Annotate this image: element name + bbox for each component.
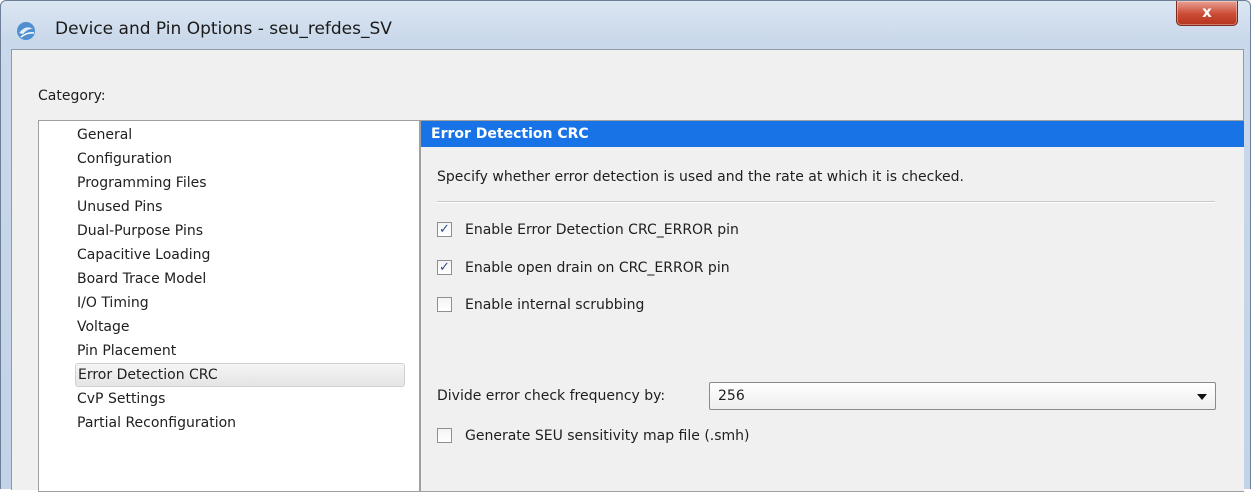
category-item-programming-files[interactable]: Programming Files [77, 171, 207, 195]
enable-crc-error-pin-checkbox[interactable]: ✓ [437, 222, 452, 237]
category-tree[interactable]: General Configuration Programming Files … [38, 120, 420, 492]
generate-seu-map-checkbox[interactable] [437, 428, 452, 443]
window-title: Device and Pin Options - seu_refdes_SV [55, 19, 392, 39]
frequency-divider-dropdown[interactable]: 256 [709, 382, 1216, 410]
category-item-dual-purpose-pins[interactable]: Dual-Purpose Pins [77, 219, 203, 243]
enable-open-drain-checkbox[interactable]: ✓ [437, 260, 452, 275]
category-item-io-timing[interactable]: I/O Timing [77, 291, 149, 315]
panel-description: Specify whether error detection is used … [437, 169, 964, 185]
settings-panel: Error Detection CRC Specify whether erro… [420, 120, 1244, 492]
chevron-down-icon [1197, 394, 1207, 400]
generate-seu-map-label[interactable]: Generate SEU sensitivity map file (.smh) [465, 426, 750, 446]
category-item-error-detection-crc[interactable]: Error Detection CRC [75, 363, 405, 387]
dialog-window: Device and Pin Options - seu_refdes_SV x… [0, 0, 1251, 492]
category-item-capacitive-loading[interactable]: Capacitive Loading [77, 243, 210, 267]
quartus-app-icon [17, 22, 35, 40]
category-item-voltage[interactable]: Voltage [77, 315, 130, 339]
enable-open-drain-label[interactable]: Enable open drain on CRC_ERROR pin [465, 258, 730, 278]
category-item-configuration[interactable]: Configuration [77, 147, 172, 171]
close-button[interactable]: x [1176, 1, 1238, 26]
checkmark-icon: ✓ [439, 222, 450, 237]
enable-internal-scrubbing-checkbox[interactable] [437, 297, 452, 312]
title-bar[interactable]: Device and Pin Options - seu_refdes_SV x [1, 1, 1250, 49]
enable-internal-scrubbing-label[interactable]: Enable internal scrubbing [465, 295, 644, 315]
close-icon: x [1202, 3, 1212, 21]
category-label: Category: [38, 88, 106, 104]
enable-crc-error-pin-label[interactable]: Enable Error Detection CRC_ERROR pin [465, 220, 739, 240]
frequency-divider-label: Divide error check frequency by: [437, 388, 666, 404]
panel-header: Error Detection CRC [421, 121, 1244, 147]
frequency-divider-value: 256 [718, 388, 745, 404]
category-item-partial-reconfiguration[interactable]: Partial Reconfiguration [77, 411, 236, 435]
checkmark-icon: ✓ [439, 260, 450, 275]
separator [437, 201, 1215, 203]
category-item-general[interactable]: General [77, 123, 132, 147]
category-item-board-trace-model[interactable]: Board Trace Model [77, 267, 206, 291]
category-item-pin-placement[interactable]: Pin Placement [77, 339, 176, 363]
category-item-unused-pins[interactable]: Unused Pins [77, 195, 162, 219]
dialog-client-area: Category: General Configuration Programm… [11, 49, 1244, 492]
category-item-cvp-settings[interactable]: CvP Settings [77, 387, 165, 411]
